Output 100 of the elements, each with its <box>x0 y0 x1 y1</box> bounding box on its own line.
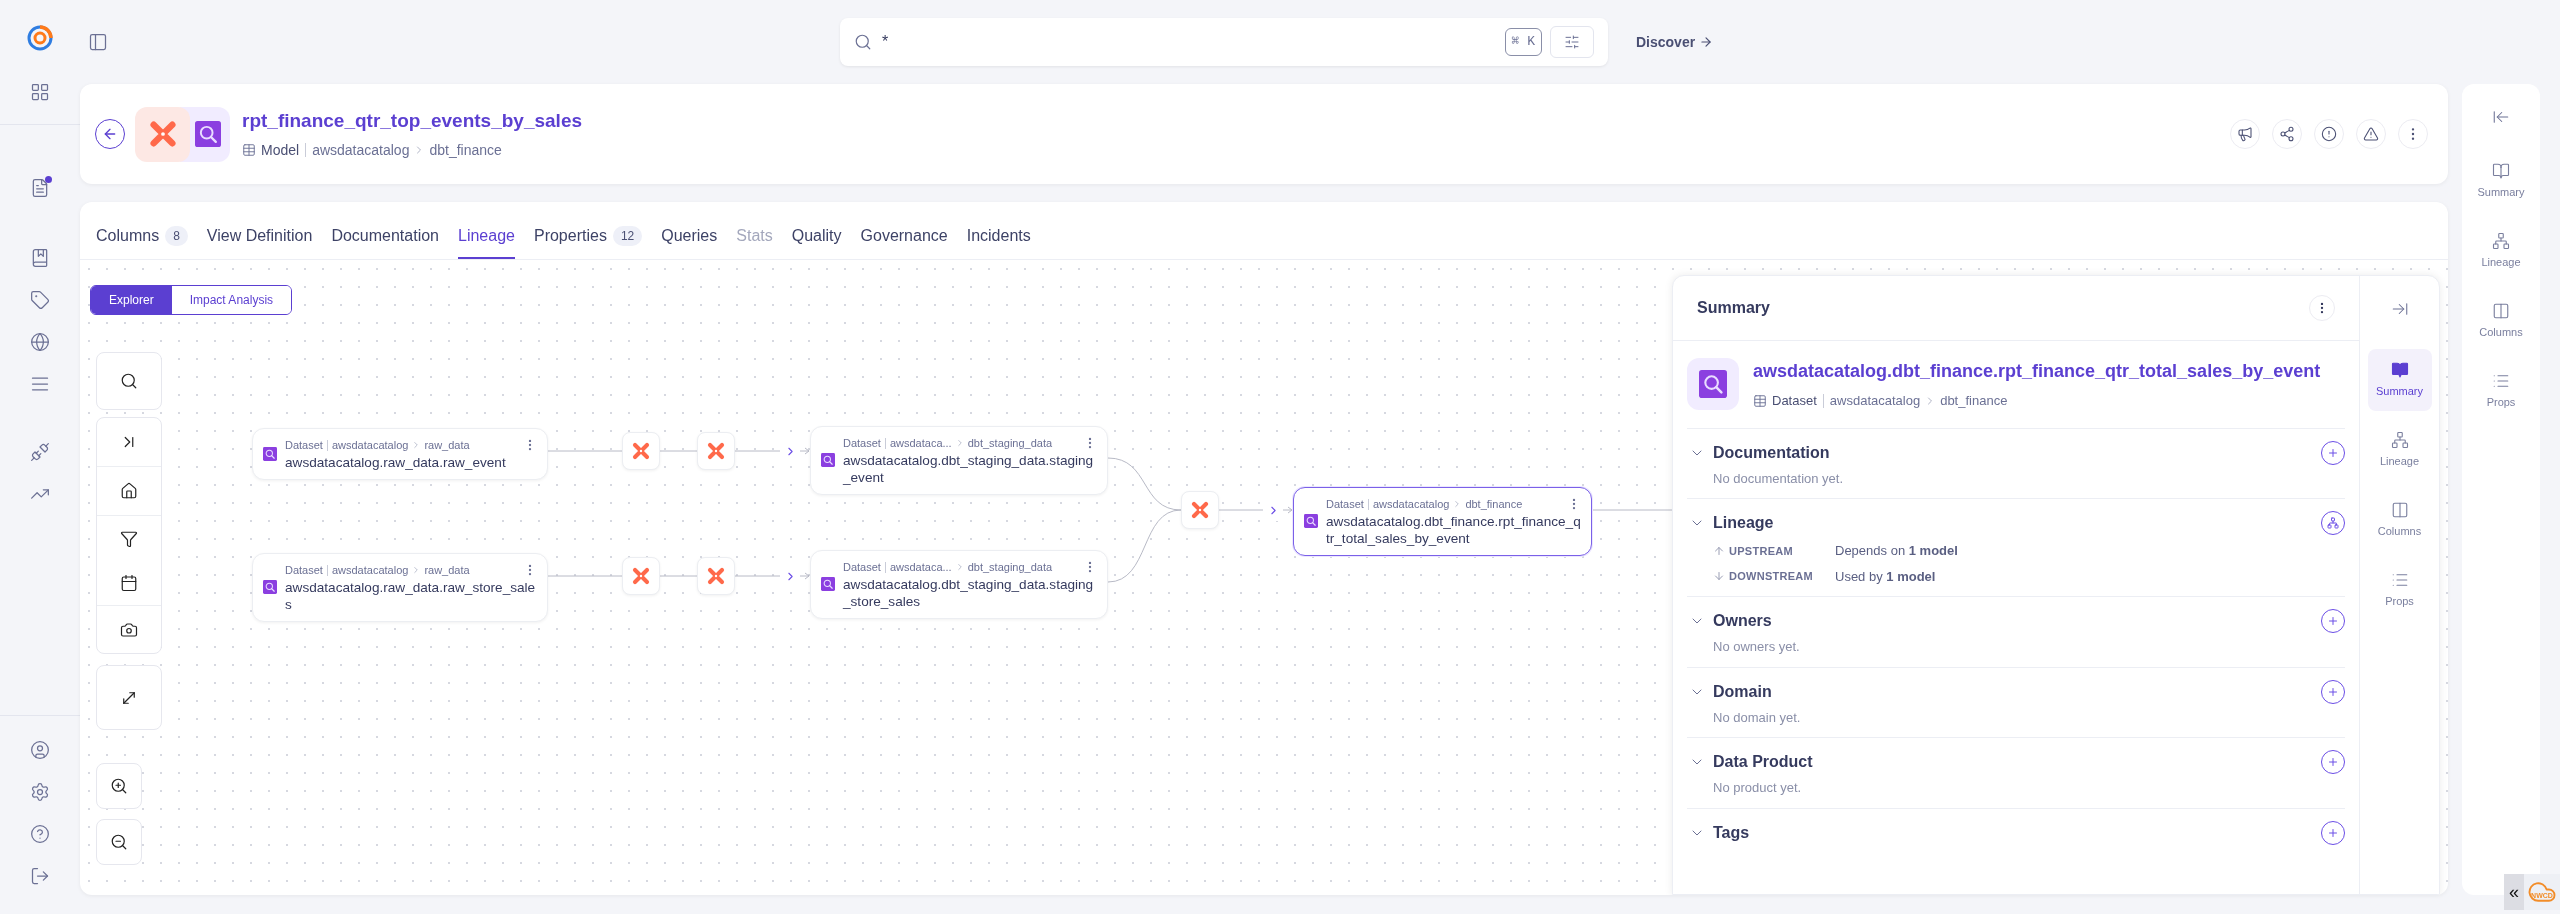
app-logo-icon[interactable] <box>26 24 54 52</box>
tab[interactable]: Incidents <box>966 215 1031 259</box>
node-path: awsdatacatalog <box>331 438 409 453</box>
bookmark-book-icon <box>30 248 50 268</box>
rail-tab[interactable]: Props <box>2367 559 2432 621</box>
dataset-node[interactable]: Dataset awsdatacatalog raw_data awsdatacatalog.raw_data.raw_store_sales <box>252 553 548 622</box>
dbt-model-node[interactable] <box>697 432 735 470</box>
rail-tab[interactable]: Summary <box>2469 150 2533 212</box>
rail-tab[interactable]: Lineage <box>2469 220 2533 282</box>
node-path: awsdatacatalog <box>331 563 409 578</box>
dataset-icon <box>195 121 221 147</box>
document-icon <box>30 178 50 198</box>
dependency-text: Used by 1 model <box>1835 567 1936 586</box>
dataset-node[interactable]: Dataset awsdatacatalog raw_data awsdatacatalog.raw_data.raw_event <box>252 428 548 480</box>
plus-icon <box>2327 756 2339 768</box>
tag-icon <box>30 290 50 310</box>
tab[interactable]: Governance <box>860 215 948 259</box>
node-path: raw_data <box>424 438 470 453</box>
breadcrumb-item[interactable]: awsdatacatalog <box>1829 391 1921 411</box>
rail-tab[interactable]: Columns <box>2469 290 2533 352</box>
arrow-to-line-icon <box>2492 108 2510 126</box>
breadcrumb-item[interactable]: awsdatacatalog <box>312 139 410 161</box>
table-icon <box>242 143 256 158</box>
help-icon <box>30 824 50 844</box>
camera-icon <box>120 620 138 639</box>
tab[interactable]: Properties 12 <box>533 215 643 259</box>
node-type: Dataset <box>843 560 881 575</box>
rail-tab[interactable]: Columns <box>2367 489 2432 551</box>
dbt-logo-icon <box>1191 501 1209 519</box>
empty-text: No documentation yet. <box>1713 469 1845 488</box>
dbt-model-node[interactable] <box>1181 491 1219 529</box>
tab[interactable]: Quality <box>791 215 842 259</box>
node-name: awsdatacatalog.raw_data.raw_store_sales <box>285 578 537 613</box>
tab[interactable]: Columns 8 <box>96 215 188 259</box>
tab[interactable]: Queries <box>661 215 718 259</box>
book-icon <box>2390 360 2409 379</box>
logout-icon <box>30 866 50 886</box>
plug-icon <box>30 442 50 462</box>
node-type: Dataset <box>1326 497 1364 512</box>
discover-link[interactable]: Discover <box>1636 31 1714 53</box>
rail-tab[interactable]: Props <box>2469 360 2533 422</box>
section-title: Documentation <box>1713 442 1830 463</box>
user-icon <box>30 740 50 760</box>
tab[interactable]: View Definition <box>206 215 313 259</box>
plus-icon <box>2327 615 2339 627</box>
dbt-model-node[interactable] <box>697 557 735 595</box>
grid-icon <box>30 82 50 102</box>
breadcrumb-item[interactable]: dbt_finance <box>429 139 502 161</box>
dataset-icon <box>821 577 835 592</box>
count-badge: 8 <box>165 226 188 246</box>
entity-title: awsdatacatalog.dbt_finance.rpt_finance_qtr_total_sales_by_event <box>1753 360 2321 383</box>
node-path: raw_data <box>424 563 470 578</box>
dbt-model-node[interactable] <box>622 432 660 470</box>
search-bar[interactable]: * ⌘ K <box>840 18 1608 66</box>
toolbar-button[interactable] <box>96 763 142 809</box>
tab[interactable]: Lineage <box>458 215 515 259</box>
dataset-node[interactable]: Dataset awsdataca... dbt_staging_data awsdatacatalog.dbt_staging_data.staging_event <box>810 426 1108 495</box>
search-input[interactable]: * <box>882 30 1505 54</box>
node-name: awsdatacatalog.dbt_finance.rpt_finance_qtr_total_sales_by_event <box>1326 512 1581 547</box>
dataset-node[interactable]: Dataset awsdataca... dbt_staging_data awsdatacatalog.dbt_staging_data.staging_store_sales <box>810 550 1108 619</box>
node-path: dbt_staging_data <box>967 560 1053 575</box>
plus-icon <box>2327 685 2339 698</box>
breadcrumb-item[interactable]: dbt_finance <box>1940 391 2008 411</box>
arrow-down-icon <box>1713 570 1725 583</box>
view-toggle-option[interactable]: Explorer <box>91 286 172 314</box>
dataset-icon <box>263 580 277 595</box>
table-icon <box>1753 393 1767 408</box>
lineage-icon <box>2327 517 2339 529</box>
section-title: Data Product <box>1713 752 1813 772</box>
sliders-icon <box>1564 34 1580 50</box>
node-path: awsdataca... <box>889 436 952 451</box>
direction-label: DOWNSTREAM <box>1729 569 1815 584</box>
filter-icon <box>120 529 138 548</box>
toolbar-button[interactable] <box>96 819 142 865</box>
settings-icon <box>30 782 50 802</box>
entity-type: Dataset <box>1772 392 1817 410</box>
node-type: Dataset <box>285 563 323 578</box>
dataset-node[interactable]: Dataset awsdatacatalog dbt_finance awsdatacatalog.dbt_finance.rpt_finance_qtr_total_sales_by_event <box>1293 487 1592 556</box>
arrow-left-icon <box>102 126 118 142</box>
dataset-icon <box>1699 370 1727 399</box>
node-name: awsdatacatalog.raw_data.raw_event <box>285 453 507 471</box>
rail-tab[interactable]: Summary <box>2367 349 2432 411</box>
direction-label: UPSTREAM <box>1729 543 1794 559</box>
node-name: awsdatacatalog.dbt_staging_data.staging_event <box>843 451 1095 486</box>
empty-text: No domain yet. <box>1713 708 1802 727</box>
node-name: awsdatacatalog.dbt_staging_data.staging_store_sales <box>843 575 1095 610</box>
rail-tab[interactable]: Lineage <box>2367 419 2432 481</box>
share-icon <box>2279 126 2295 142</box>
section-title: Tags <box>1713 822 1750 843</box>
dependency-text: Depends on 1 model <box>1835 542 1958 560</box>
collapse-widget-button[interactable]: « <box>2504 874 2524 910</box>
warning-icon <box>2363 126 2379 142</box>
tab[interactable]: Documentation <box>331 215 439 259</box>
node-path: awsdataca... <box>889 560 952 575</box>
lineage-icon <box>2390 430 2409 449</box>
dataset-icon <box>263 446 277 461</box>
globe-icon <box>30 332 50 352</box>
dbt-model-node[interactable] <box>622 557 660 595</box>
dbt-logo-icon <box>707 567 725 585</box>
filter-button[interactable] <box>1550 26 1594 58</box>
